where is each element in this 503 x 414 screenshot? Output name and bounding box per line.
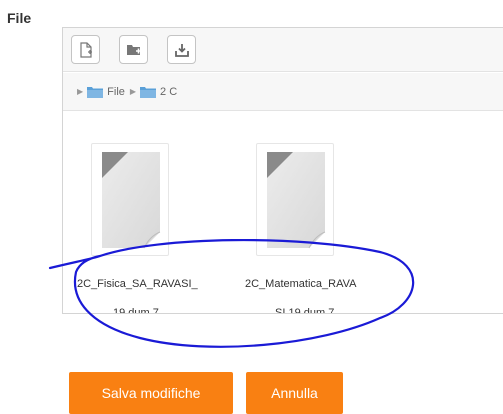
breadcrumb-item-file[interactable]: File bbox=[87, 86, 125, 98]
file-thumbnail bbox=[91, 143, 169, 256]
breadcrumb-arrow-icon: ▶ bbox=[77, 87, 84, 96]
file-manager: ▶ File ▶ 2 C 2C_Fisica_SA_RAVASI_ 19 dum… bbox=[62, 27, 503, 314]
file-thumbnail bbox=[256, 143, 334, 256]
file-name: 2C_Matematica_RAVA bbox=[245, 278, 357, 290]
download-all-button[interactable] bbox=[167, 35, 196, 64]
cancel-button[interactable]: Annulla bbox=[246, 372, 343, 414]
breadcrumb-label: 2 C bbox=[160, 85, 178, 98]
breadcrumb-arrow-icon: ▶ bbox=[129, 87, 137, 96]
folder-icon bbox=[87, 86, 104, 98]
add-file-icon bbox=[79, 41, 92, 58]
save-changes-button[interactable]: Salva modifiche bbox=[69, 372, 233, 414]
breadcrumb: ▶ File ▶ 2 C bbox=[63, 73, 503, 111]
create-folder-icon bbox=[126, 44, 141, 55]
file-name: 2C_Fisica_SA_RAVASI_ bbox=[77, 278, 198, 290]
file-manager-toolbar bbox=[63, 28, 503, 72]
folder-icon bbox=[140, 86, 157, 98]
breadcrumb-item-2c[interactable]: 2 C bbox=[140, 86, 177, 98]
file-field-label: File bbox=[7, 10, 32, 26]
download-icon bbox=[174, 43, 189, 57]
generic-file-icon bbox=[102, 152, 161, 249]
add-file-button[interactable] bbox=[71, 35, 100, 64]
file-name-continued: 19 dum 7 bbox=[113, 307, 159, 313]
breadcrumb-label: File bbox=[107, 85, 125, 98]
create-folder-button[interactable] bbox=[119, 35, 148, 64]
generic-file-icon bbox=[267, 152, 326, 249]
file-name-continued: SI 19 dum 7 bbox=[275, 307, 335, 313]
